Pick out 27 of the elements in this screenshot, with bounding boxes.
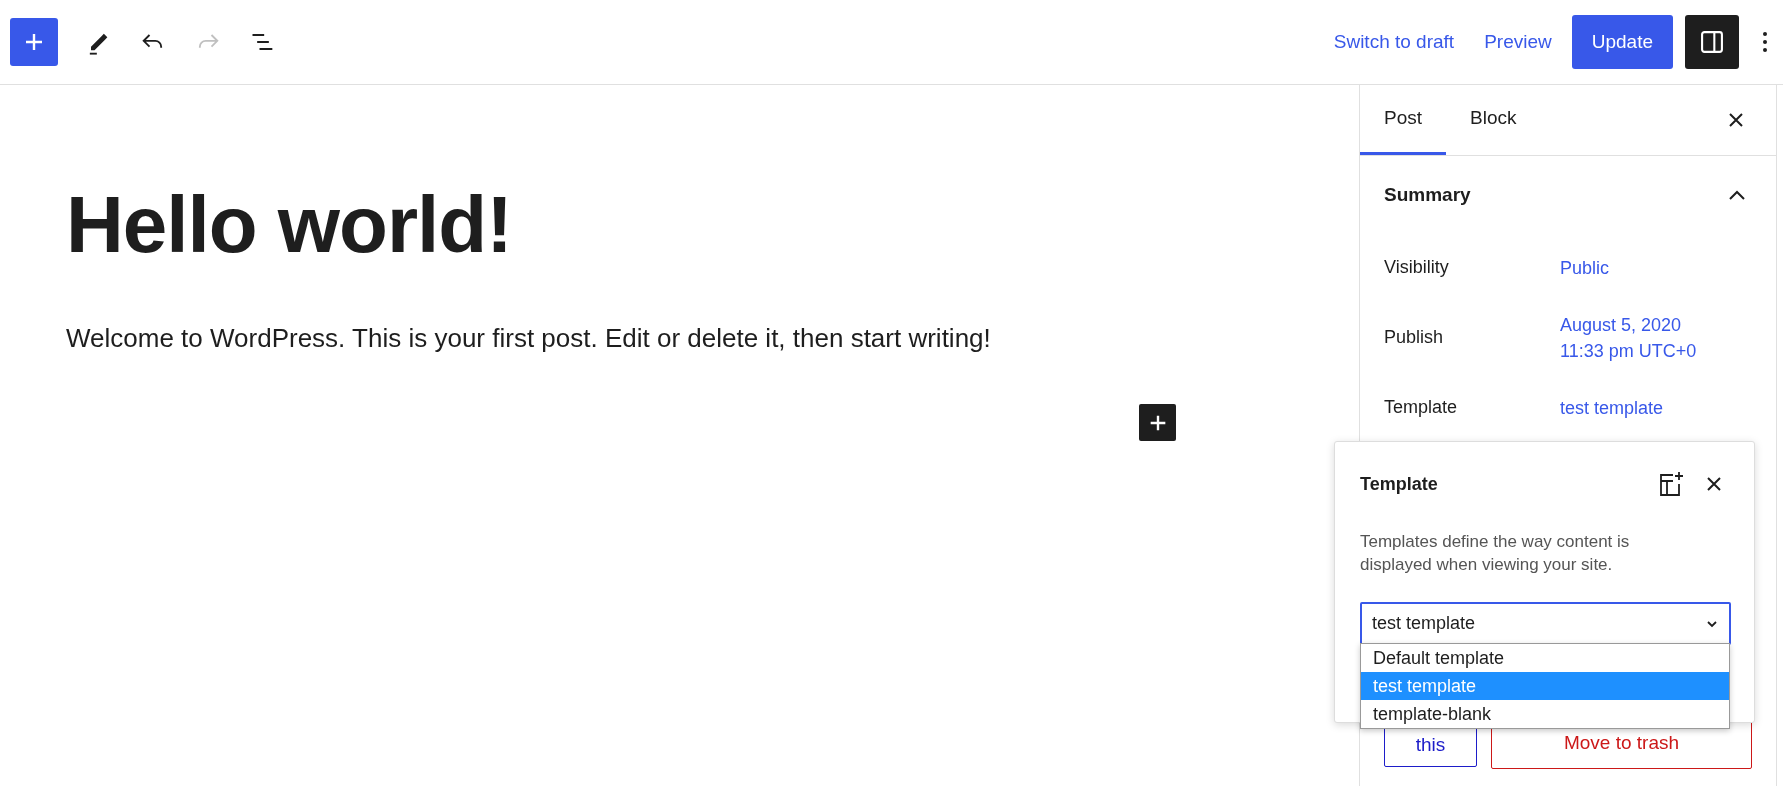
add-block-button[interactable] — [10, 18, 58, 66]
switch-to-draft-link[interactable]: Switch to draft — [1333, 27, 1455, 57]
sidebar-tab[interactable]: Block — [1446, 85, 1541, 155]
chevron-down-icon — [1705, 618, 1719, 629]
add-template-icon[interactable] — [1657, 470, 1685, 498]
dropdown-option[interactable]: Default template — [1361, 644, 1729, 672]
update-button[interactable]: Update — [1571, 15, 1673, 69]
summary-value-link[interactable]: August 5, 2020 — [1560, 311, 1697, 338]
summary-value-link[interactable]: 11:33 pm UTC+0 — [1560, 337, 1697, 364]
sidebar-panel-icon — [1698, 28, 1726, 56]
post-title[interactable]: Hello world! — [66, 185, 1359, 265]
sidebar-tab[interactable]: Post — [1360, 85, 1447, 155]
summary-heading[interactable]: Summary — [1384, 181, 1471, 210]
summary-value-link[interactable]: Public — [1560, 254, 1610, 281]
close-icon[interactable] — [1705, 475, 1723, 493]
summary-label: Template — [1384, 396, 1459, 419]
popover-description: Templates define the way content is displayed when viewing your site. — [1360, 531, 1631, 576]
summary-label: Visibility — [1384, 256, 1450, 279]
summary-value-link[interactable]: test template — [1560, 394, 1664, 421]
popover-title: Template — [1360, 472, 1439, 496]
sidebar-toggle-button[interactable] — [1685, 15, 1739, 69]
chevron-up-icon[interactable] — [1728, 189, 1746, 202]
post-paragraph[interactable]: Welcome to WordPress. This is your first post. Edit or delete it, then start writing! — [66, 319, 1359, 358]
more-options-icon[interactable] — [1761, 30, 1769, 54]
preview-link[interactable]: Preview — [1484, 27, 1552, 57]
add-block-icon[interactable] — [1139, 404, 1176, 441]
summary-label: Publish — [1384, 326, 1445, 349]
